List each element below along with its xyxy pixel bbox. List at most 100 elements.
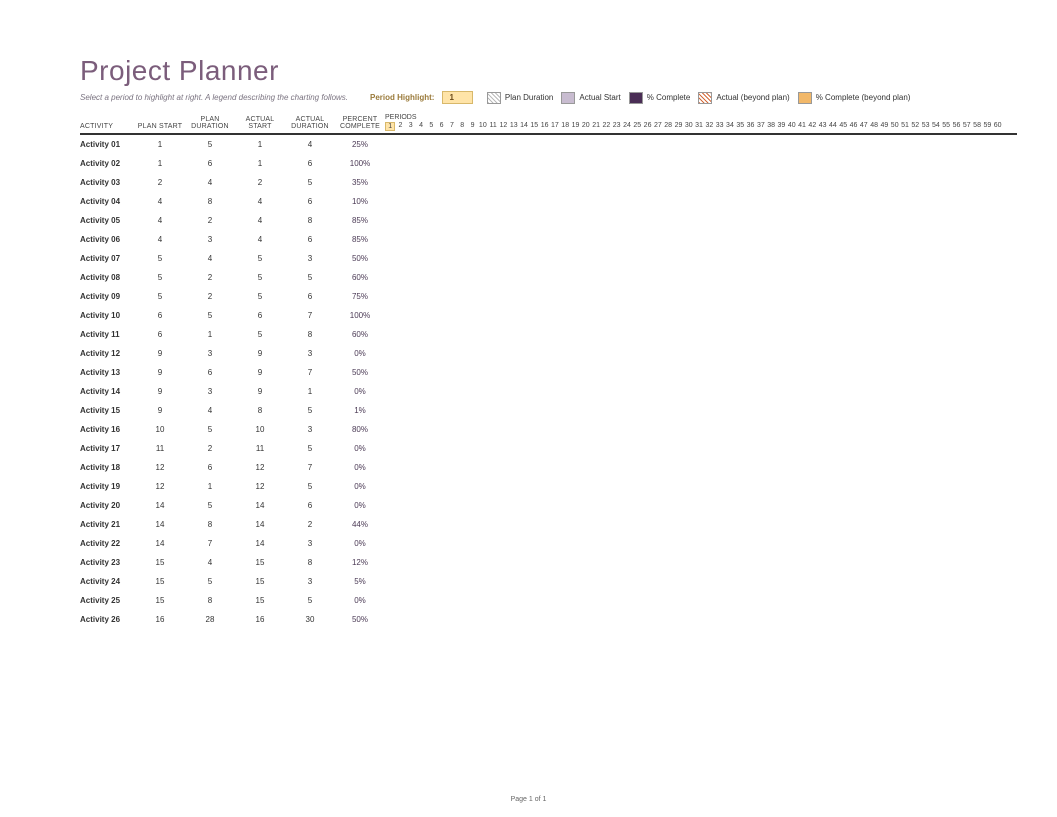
col-periods: PERIODS 12345678910111213141516171819202… xyxy=(385,114,1003,131)
cell-percent-complete: 0% xyxy=(335,501,385,510)
table-row: Activity 2114814244% xyxy=(80,515,1017,534)
cell-plan-start: 14 xyxy=(135,539,185,548)
period-number: 7 xyxy=(447,122,457,131)
period-number: 1 xyxy=(385,122,395,131)
cell-actual-duration: 6 xyxy=(285,501,335,510)
cell-percent-complete: 100% xyxy=(335,311,385,320)
cell-activity: Activity 16 xyxy=(80,425,135,434)
cell-actual-duration: 3 xyxy=(285,539,335,548)
table-row: Activity 181261270% xyxy=(80,458,1017,477)
cell-plan-duration: 5 xyxy=(185,425,235,434)
period-number: 12 xyxy=(498,122,508,131)
cell-actual-duration: 3 xyxy=(285,254,335,263)
table-row: Activity 261628163050% xyxy=(80,610,1017,629)
legend-pct-complete: % Complete xyxy=(629,92,691,104)
col-activity: ACTIVITY xyxy=(80,123,135,131)
swatch-actual-beyond-icon xyxy=(698,92,712,104)
cell-actual-start: 16 xyxy=(235,615,285,624)
cell-activity: Activity 08 xyxy=(80,273,135,282)
cell-plan-duration: 2 xyxy=(185,292,235,301)
cell-activity: Activity 22 xyxy=(80,539,135,548)
period-number: 47 xyxy=(859,122,869,131)
cell-actual-duration: 8 xyxy=(285,558,335,567)
cell-actual-duration: 5 xyxy=(285,273,335,282)
table-row: Activity 171121150% xyxy=(80,439,1017,458)
cell-actual-duration: 3 xyxy=(285,425,335,434)
cell-plan-start: 4 xyxy=(135,235,185,244)
table-row: Activity 201451460% xyxy=(80,496,1017,515)
cell-percent-complete: 0% xyxy=(335,539,385,548)
cell-actual-start: 8 xyxy=(235,406,285,415)
cell-plan-duration: 3 xyxy=(185,387,235,396)
cell-activity: Activity 02 xyxy=(80,159,135,168)
cell-percent-complete: 50% xyxy=(335,368,385,377)
period-number: 3 xyxy=(406,122,416,131)
period-number: 35 xyxy=(735,122,745,131)
period-highlight-input[interactable]: 1 xyxy=(442,91,472,104)
period-number: 23 xyxy=(612,122,622,131)
period-number: 13 xyxy=(509,122,519,131)
cell-activity: Activity 23 xyxy=(80,558,135,567)
cell-actual-duration: 7 xyxy=(285,463,335,472)
swatch-actual-start-icon xyxy=(561,92,575,104)
cell-percent-complete: 1% xyxy=(335,406,385,415)
cell-plan-start: 1 xyxy=(135,159,185,168)
cell-actual-duration: 1 xyxy=(285,387,335,396)
cell-activity: Activity 09 xyxy=(80,292,135,301)
cell-percent-complete: 0% xyxy=(335,463,385,472)
period-number: 55 xyxy=(941,122,951,131)
cell-plan-start: 5 xyxy=(135,273,185,282)
cell-plan-start: 5 xyxy=(135,292,185,301)
table-row: Activity 13969750% xyxy=(80,363,1017,382)
table-row: Activity 2315415812% xyxy=(80,553,1017,572)
swatch-plan-duration-icon xyxy=(487,92,501,104)
cell-actual-duration: 3 xyxy=(285,349,335,358)
period-number: 14 xyxy=(519,122,529,131)
cell-percent-complete: 12% xyxy=(335,558,385,567)
cell-activity: Activity 12 xyxy=(80,349,135,358)
cell-actual-duration: 5 xyxy=(285,444,335,453)
period-number: 27 xyxy=(653,122,663,131)
cell-activity: Activity 15 xyxy=(80,406,135,415)
legend-actual-start: Actual Start xyxy=(561,92,620,104)
cell-plan-start: 5 xyxy=(135,254,185,263)
cell-plan-start: 6 xyxy=(135,311,185,320)
cell-actual-duration: 6 xyxy=(285,292,335,301)
cell-plan-start: 9 xyxy=(135,349,185,358)
period-number: 11 xyxy=(488,122,498,131)
period-number: 52 xyxy=(910,122,920,131)
cell-activity: Activity 01 xyxy=(80,140,135,149)
period-number: 9 xyxy=(467,122,477,131)
cell-actual-start: 9 xyxy=(235,387,285,396)
cell-actual-start: 4 xyxy=(235,197,285,206)
period-number: 58 xyxy=(972,122,982,131)
period-number: 60 xyxy=(993,122,1003,131)
cell-actual-start: 6 xyxy=(235,311,285,320)
period-number: 53 xyxy=(920,122,930,131)
legend-label: Plan Duration xyxy=(505,93,553,102)
cell-actual-duration: 2 xyxy=(285,520,335,529)
cell-plan-duration: 6 xyxy=(185,159,235,168)
cell-actual-start: 9 xyxy=(235,368,285,377)
top-row: Select a period to highlight at right. A… xyxy=(80,91,1017,104)
cell-plan-duration: 3 xyxy=(185,235,235,244)
cell-activity: Activity 25 xyxy=(80,596,135,605)
cell-plan-start: 15 xyxy=(135,577,185,586)
col-percent-complete: PERCENT COMPLETE xyxy=(335,116,385,131)
period-numbers: 1234567891011121314151617181920212223242… xyxy=(385,122,1003,131)
period-number: 39 xyxy=(776,122,786,131)
period-number: 8 xyxy=(457,122,467,131)
cell-actual-start: 1 xyxy=(235,140,285,149)
period-number: 18 xyxy=(560,122,570,131)
legend-actual-beyond: Actual (beyond plan) xyxy=(698,92,789,104)
cell-actual-duration: 4 xyxy=(285,140,335,149)
cell-activity: Activity 19 xyxy=(80,482,135,491)
period-number: 20 xyxy=(581,122,591,131)
cell-activity: Activity 24 xyxy=(80,577,135,586)
cell-percent-complete: 50% xyxy=(335,254,385,263)
cell-activity: Activity 03 xyxy=(80,178,135,187)
period-number: 54 xyxy=(931,122,941,131)
period-number: 44 xyxy=(828,122,838,131)
cell-activity: Activity 05 xyxy=(80,216,135,225)
period-number: 37 xyxy=(756,122,766,131)
